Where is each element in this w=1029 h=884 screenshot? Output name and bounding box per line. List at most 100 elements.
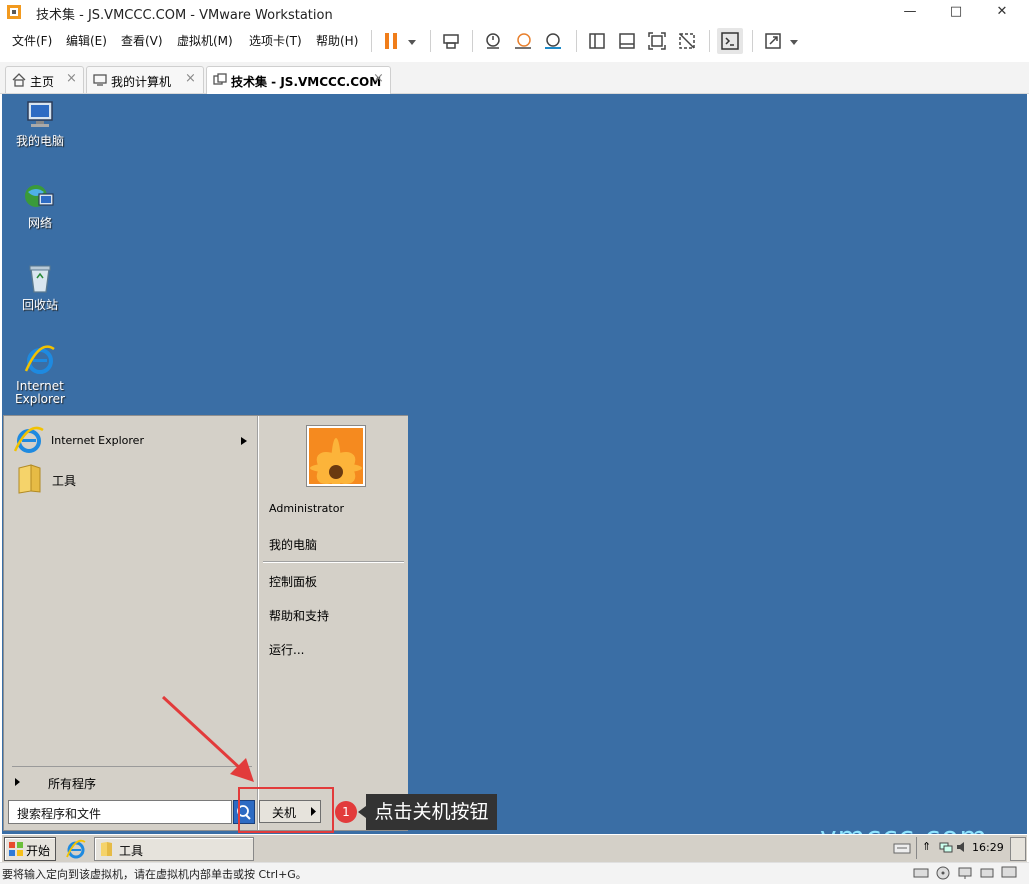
tray-expand-icon[interactable]: ⇑: [922, 840, 931, 853]
close-tab-icon[interactable]: ×: [185, 71, 196, 86]
snapshot-icon[interactable]: [483, 31, 503, 51]
recycle-bin-icon: [29, 265, 51, 293]
status-message: 要将输入定向到该虚拟机，请在虚拟机内部单击或按 Ctrl+G。: [2, 868, 307, 881]
volume-tray-icon[interactable]: [955, 840, 969, 857]
start-right-my-computer[interactable]: 我的电脑: [269, 536, 317, 553]
user-avatar[interactable]: [307, 426, 365, 486]
network-tray-icon[interactable]: [939, 840, 953, 857]
toolbar-divider: [472, 30, 473, 52]
desktop-icon-label: Internet Explorer: [15, 379, 65, 406]
ie-icon: [24, 345, 55, 374]
windows-logo-icon: [9, 842, 23, 856]
all-programs-label: 所有程序: [48, 777, 97, 791]
menu-file[interactable]: 文件(F): [12, 32, 52, 49]
tab-home[interactable]: 主页 ×: [5, 66, 84, 93]
annotation-highlight-box: [238, 787, 334, 833]
close-tab-icon[interactable]: ×: [66, 71, 77, 86]
desktop-icon-label: 网络: [27, 216, 52, 230]
menu-help[interactable]: 帮助(H): [316, 32, 358, 49]
network-status-icon[interactable]: [957, 866, 973, 880]
annotation-step-badge: 1: [335, 801, 357, 823]
clock[interactable]: 16:29: [972, 841, 1004, 854]
home-icon: [12, 73, 26, 90]
display-status-icon[interactable]: [1001, 866, 1017, 880]
start-menu-item-label: Internet Explorer: [51, 434, 144, 447]
submenu-arrow-icon: [241, 437, 247, 445]
folder-icon: [101, 842, 112, 856]
cd-status-icon[interactable]: [935, 866, 951, 880]
console-view-button[interactable]: [717, 28, 743, 54]
menu-vm[interactable]: 虚拟机(M): [177, 32, 233, 49]
start-right-help-support[interactable]: 帮助和支持: [269, 607, 329, 624]
vm-icon: [213, 73, 227, 90]
desktop-icon-recycle-bin[interactable]: 回收站: [2, 264, 78, 312]
guest-taskbar: 开始 工具 ⇑ 16:29: [2, 834, 1027, 863]
start-menu-right-pane: Administrator 我的电脑 控制面板 帮助和支持 运行...: [258, 416, 408, 830]
folder-icon: [18, 464, 41, 494]
tab-my-computer[interactable]: 我的计算机 ×: [86, 66, 204, 93]
computer-icon: [27, 101, 53, 127]
window-title: 技术集 - JS.VMCCC.COM - VMware Workstation: [36, 8, 333, 23]
user-name[interactable]: Administrator: [269, 502, 344, 515]
taskbar-window-tools[interactable]: 工具: [94, 837, 254, 861]
start-label: 开始: [26, 844, 51, 858]
menu-view[interactable]: 查看(V): [121, 32, 163, 49]
menu-edit[interactable]: 编辑(E): [66, 32, 107, 49]
tab-vm-active[interactable]: 技术集 - JS.VMCCC.COM ×: [206, 66, 391, 94]
flower-avatar-icon: [309, 428, 363, 484]
annotation-arrow: [161, 695, 254, 782]
revert-snapshot-icon[interactable]: [513, 31, 533, 51]
unity-icon[interactable]: [677, 31, 697, 51]
divider: [263, 561, 404, 563]
console-icon: [721, 32, 739, 50]
title-bar: 技术集 - JS.VMCCC.COM - VMware Workstation …: [0, 0, 1029, 24]
monitor-icon: [93, 73, 107, 90]
toolbar-divider: [752, 30, 753, 52]
menu-tabs[interactable]: 选项卡(T): [249, 32, 302, 49]
maximize-button[interactable]: □: [933, 0, 979, 24]
show-library-icon[interactable]: [587, 31, 607, 51]
send-ctrl-alt-del-icon[interactable]: [441, 31, 461, 51]
keyboard-icon[interactable]: [892, 839, 912, 857]
taskbar-window-label: 工具: [119, 844, 144, 858]
full-screen-icon[interactable]: [647, 31, 667, 51]
minimize-button[interactable]: —: [887, 0, 933, 24]
power-dropdown-icon[interactable]: [407, 36, 417, 50]
network-icon: [25, 185, 54, 207]
snapshot-manager-icon[interactable]: [543, 31, 563, 51]
show-desktop-button[interactable]: [1010, 837, 1026, 861]
start-right-run[interactable]: 运行...: [269, 641, 304, 658]
desktop-icon-label: 回收站: [21, 298, 58, 312]
close-window-button[interactable]: ✕: [979, 0, 1025, 24]
expand-arrow-icon: [15, 778, 20, 786]
start-right-control-panel[interactable]: 控制面板: [269, 573, 317, 590]
divider: [916, 837, 917, 859]
stretch-icon[interactable]: [763, 31, 783, 51]
desktop-icon-network[interactable]: 网络: [2, 182, 78, 230]
start-menu-item-tools[interactable]: 工具: [12, 462, 252, 496]
status-bar: 要将输入定向到该虚拟机，请在虚拟机内部单击或按 Ctrl+G。: [0, 862, 1029, 884]
toolbar-divider: [371, 30, 372, 52]
desktop-icon-internet-explorer[interactable]: Internet Explorer: [2, 345, 78, 406]
start-menu-item-label: 工具: [52, 474, 77, 488]
desktop-icon-my-computer[interactable]: 我的电脑: [2, 100, 78, 148]
annotation-pointer: [358, 806, 366, 818]
menu-toolbar: 文件(F) 编辑(E) 查看(V) 虚拟机(M) 选项卡(T) 帮助(H): [0, 26, 1029, 56]
tab-bar: 主页 × 我的计算机 × 技术集 - JS.VMCCC.COM ×: [0, 62, 1029, 94]
close-tab-icon[interactable]: ×: [373, 71, 384, 86]
thumbnail-bar-icon[interactable]: [617, 31, 637, 51]
pause-icon[interactable]: [382, 31, 402, 51]
search-input[interactable]: 搜索程序和文件: [8, 800, 232, 824]
toolbar-divider: [576, 30, 577, 52]
start-button[interactable]: 开始: [4, 837, 56, 861]
hdd-status-icon[interactable]: [913, 866, 929, 880]
stretch-dropdown-icon[interactable]: [789, 36, 799, 50]
desktop-icon-label: 我的电脑: [15, 134, 64, 148]
ie-icon: [14, 426, 44, 453]
tab-my-computer-label: 我的计算机: [111, 75, 172, 89]
ie-quicklaunch-icon[interactable]: [66, 839, 86, 859]
usb-status-icon[interactable]: [979, 866, 995, 880]
tab-home-label: 主页: [30, 75, 55, 89]
toolbar-divider: [430, 30, 431, 52]
start-menu-item-ie[interactable]: Internet Explorer: [12, 424, 252, 458]
